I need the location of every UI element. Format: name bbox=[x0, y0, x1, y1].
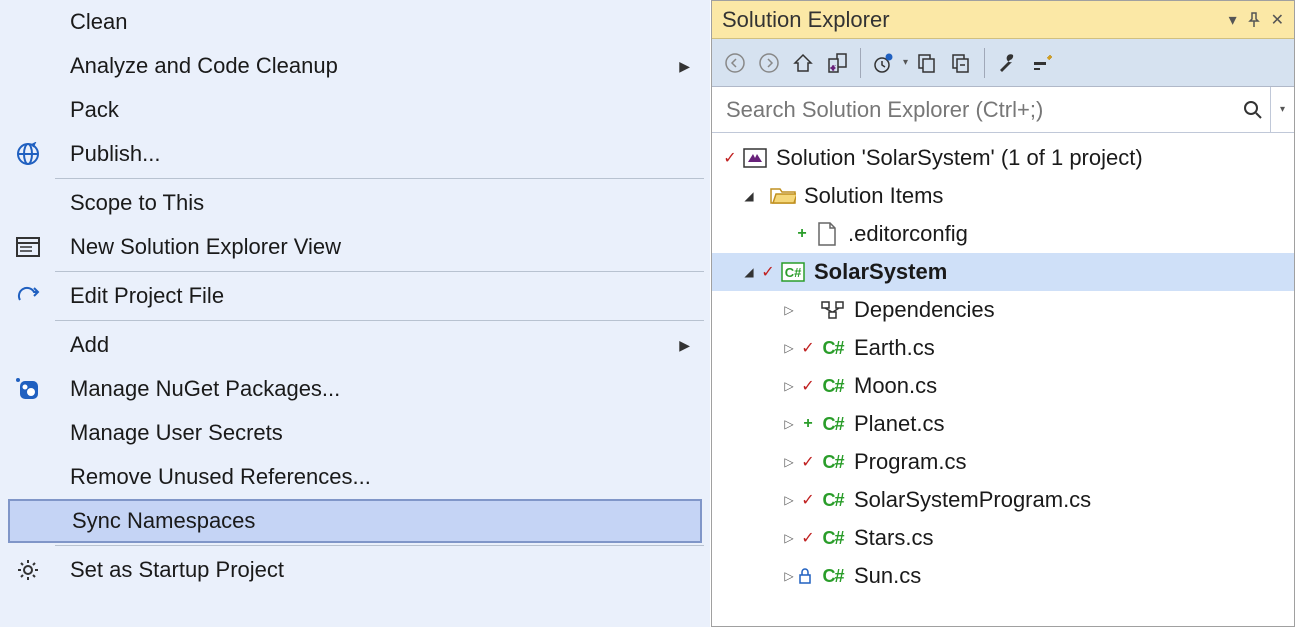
menu-item-remove-refs[interactable]: Remove Unused References... bbox=[0, 455, 710, 499]
menu-item-scope[interactable]: Scope to This bbox=[0, 181, 710, 225]
menu-item-new-explorer[interactable]: New Solution Explorer View bbox=[0, 225, 710, 269]
menu-separator bbox=[55, 178, 704, 179]
csharp-file-icon: C# bbox=[818, 450, 848, 474]
file-icon bbox=[812, 222, 842, 246]
tree-file-node[interactable]: ▷✓C#Moon.cs bbox=[712, 367, 1294, 405]
csharp-file-icon: C# bbox=[818, 488, 848, 512]
svg-text:C#: C# bbox=[785, 265, 802, 280]
menu-item-secrets[interactable]: Manage User Secrets bbox=[0, 411, 710, 455]
menu-item-add[interactable]: Add ▶ bbox=[0, 323, 710, 367]
status-check-icon: ✓ bbox=[798, 528, 818, 548]
expand-arrow-icon[interactable]: ◢ bbox=[740, 189, 758, 203]
toolbar: ▾ bbox=[712, 39, 1294, 87]
solution-tree: ✓ Solution 'SolarSystem' (1 of 1 project… bbox=[712, 133, 1294, 626]
csharp-file-icon: C# bbox=[818, 526, 848, 550]
pending-changes-filter-button[interactable] bbox=[869, 48, 899, 78]
folder-icon bbox=[768, 184, 798, 208]
status-plus-icon: + bbox=[798, 415, 818, 433]
context-menu: Clean Analyze and Code Cleanup ▶ Pack Pu… bbox=[0, 0, 711, 627]
expand-arrow-icon[interactable]: ▷ bbox=[780, 379, 798, 393]
expand-arrow-icon[interactable]: ▷ bbox=[780, 303, 798, 317]
menu-item-analyze[interactable]: Analyze and Code Cleanup ▶ bbox=[0, 44, 710, 88]
status-plus-icon: + bbox=[792, 225, 812, 243]
status-check-icon: ✓ bbox=[798, 376, 818, 396]
chevron-right-icon: ▶ bbox=[679, 337, 690, 354]
menu-item-startup[interactable]: Set as Startup Project bbox=[0, 548, 710, 592]
menu-item-edit-project[interactable]: Edit Project File bbox=[0, 274, 710, 318]
menu-item-sync-namespaces[interactable]: Sync Namespaces bbox=[8, 499, 702, 543]
redo-icon bbox=[12, 280, 44, 312]
explorer-icon bbox=[12, 231, 44, 263]
menu-separator bbox=[55, 320, 704, 321]
close-icon[interactable]: ✕ bbox=[1271, 10, 1284, 30]
status-lock-icon bbox=[798, 568, 818, 584]
menu-item-nuget[interactable]: Manage NuGet Packages... bbox=[0, 367, 710, 411]
back-button[interactable] bbox=[720, 48, 750, 78]
tree-folder-node[interactable]: ◢ Solution Items bbox=[712, 177, 1294, 215]
expand-arrow-icon[interactable]: ▷ bbox=[780, 493, 798, 507]
collapse-all-button[interactable] bbox=[946, 48, 976, 78]
tree-file-node[interactable]: ▷+C#Planet.cs bbox=[712, 405, 1294, 443]
csharp-project-icon: C# bbox=[778, 260, 808, 284]
solution-explorer-panel: Solution Explorer ▾ ✕ ▾ ▾ bbox=[711, 0, 1295, 627]
tree-project-node[interactable]: ◢ ✓ C# SolarSystem bbox=[712, 253, 1294, 291]
status-check-icon: ✓ bbox=[758, 262, 778, 282]
tree-file-node[interactable]: + .editorconfig bbox=[712, 215, 1294, 253]
window-dropdown-icon[interactable]: ▾ bbox=[1229, 10, 1237, 30]
search-dropdown[interactable]: ▾ bbox=[1270, 87, 1294, 132]
properties-button[interactable] bbox=[993, 48, 1023, 78]
csharp-file-icon: C# bbox=[818, 336, 848, 360]
solution-icon bbox=[740, 146, 770, 170]
dependencies-icon bbox=[818, 298, 848, 322]
chevron-right-icon: ▶ bbox=[679, 58, 690, 75]
switch-views-button[interactable] bbox=[822, 48, 852, 78]
search-icon[interactable] bbox=[1236, 100, 1270, 120]
menu-item-clean[interactable]: Clean bbox=[0, 0, 710, 44]
status-check-icon: ✓ bbox=[798, 490, 818, 510]
tree-solution-node[interactable]: ✓ Solution 'SolarSystem' (1 of 1 project… bbox=[712, 139, 1294, 177]
status-check-icon: ✓ bbox=[798, 452, 818, 472]
csharp-file-icon: C# bbox=[818, 374, 848, 398]
nuget-icon bbox=[12, 373, 44, 405]
forward-button[interactable] bbox=[754, 48, 784, 78]
expand-arrow-icon[interactable]: ▷ bbox=[780, 417, 798, 431]
expand-arrow-icon[interactable]: ▷ bbox=[780, 455, 798, 469]
panel-title-bar[interactable]: Solution Explorer ▾ ✕ bbox=[712, 1, 1294, 39]
expand-arrow-icon[interactable]: ▷ bbox=[780, 569, 798, 583]
preview-button[interactable] bbox=[1027, 48, 1057, 78]
tree-file-node[interactable]: ▷✓C#Program.cs bbox=[712, 443, 1294, 481]
gear-icon bbox=[12, 554, 44, 586]
menu-item-publish[interactable]: Publish... bbox=[0, 132, 710, 176]
csharp-file-icon: C# bbox=[818, 564, 848, 588]
home-button[interactable] bbox=[788, 48, 818, 78]
tree-file-node[interactable]: ▷✓C#SolarSystemProgram.cs bbox=[712, 481, 1294, 519]
expand-arrow-icon[interactable]: ▷ bbox=[780, 341, 798, 355]
tree-file-node[interactable]: ▷✓C#Earth.cs bbox=[712, 329, 1294, 367]
expand-arrow-icon[interactable]: ◢ bbox=[740, 265, 758, 279]
menu-separator bbox=[55, 271, 704, 272]
menu-separator bbox=[55, 545, 704, 546]
expand-arrow-icon[interactable]: ▷ bbox=[780, 531, 798, 545]
search-bar: ▾ bbox=[712, 87, 1294, 133]
tree-dependencies-node[interactable]: ▷ Dependencies bbox=[712, 291, 1294, 329]
sync-button[interactable] bbox=[912, 48, 942, 78]
pin-icon[interactable] bbox=[1247, 12, 1261, 28]
csharp-file-icon: C# bbox=[818, 412, 848, 436]
search-input[interactable] bbox=[712, 97, 1236, 123]
tree-file-node[interactable]: ▷C#Sun.cs bbox=[712, 557, 1294, 595]
menu-item-pack[interactable]: Pack bbox=[0, 88, 710, 132]
status-check-icon: ✓ bbox=[720, 148, 740, 168]
tree-file-node[interactable]: ▷✓C#Stars.cs bbox=[712, 519, 1294, 557]
globe-icon bbox=[12, 138, 44, 170]
status-check-icon: ✓ bbox=[798, 338, 818, 358]
